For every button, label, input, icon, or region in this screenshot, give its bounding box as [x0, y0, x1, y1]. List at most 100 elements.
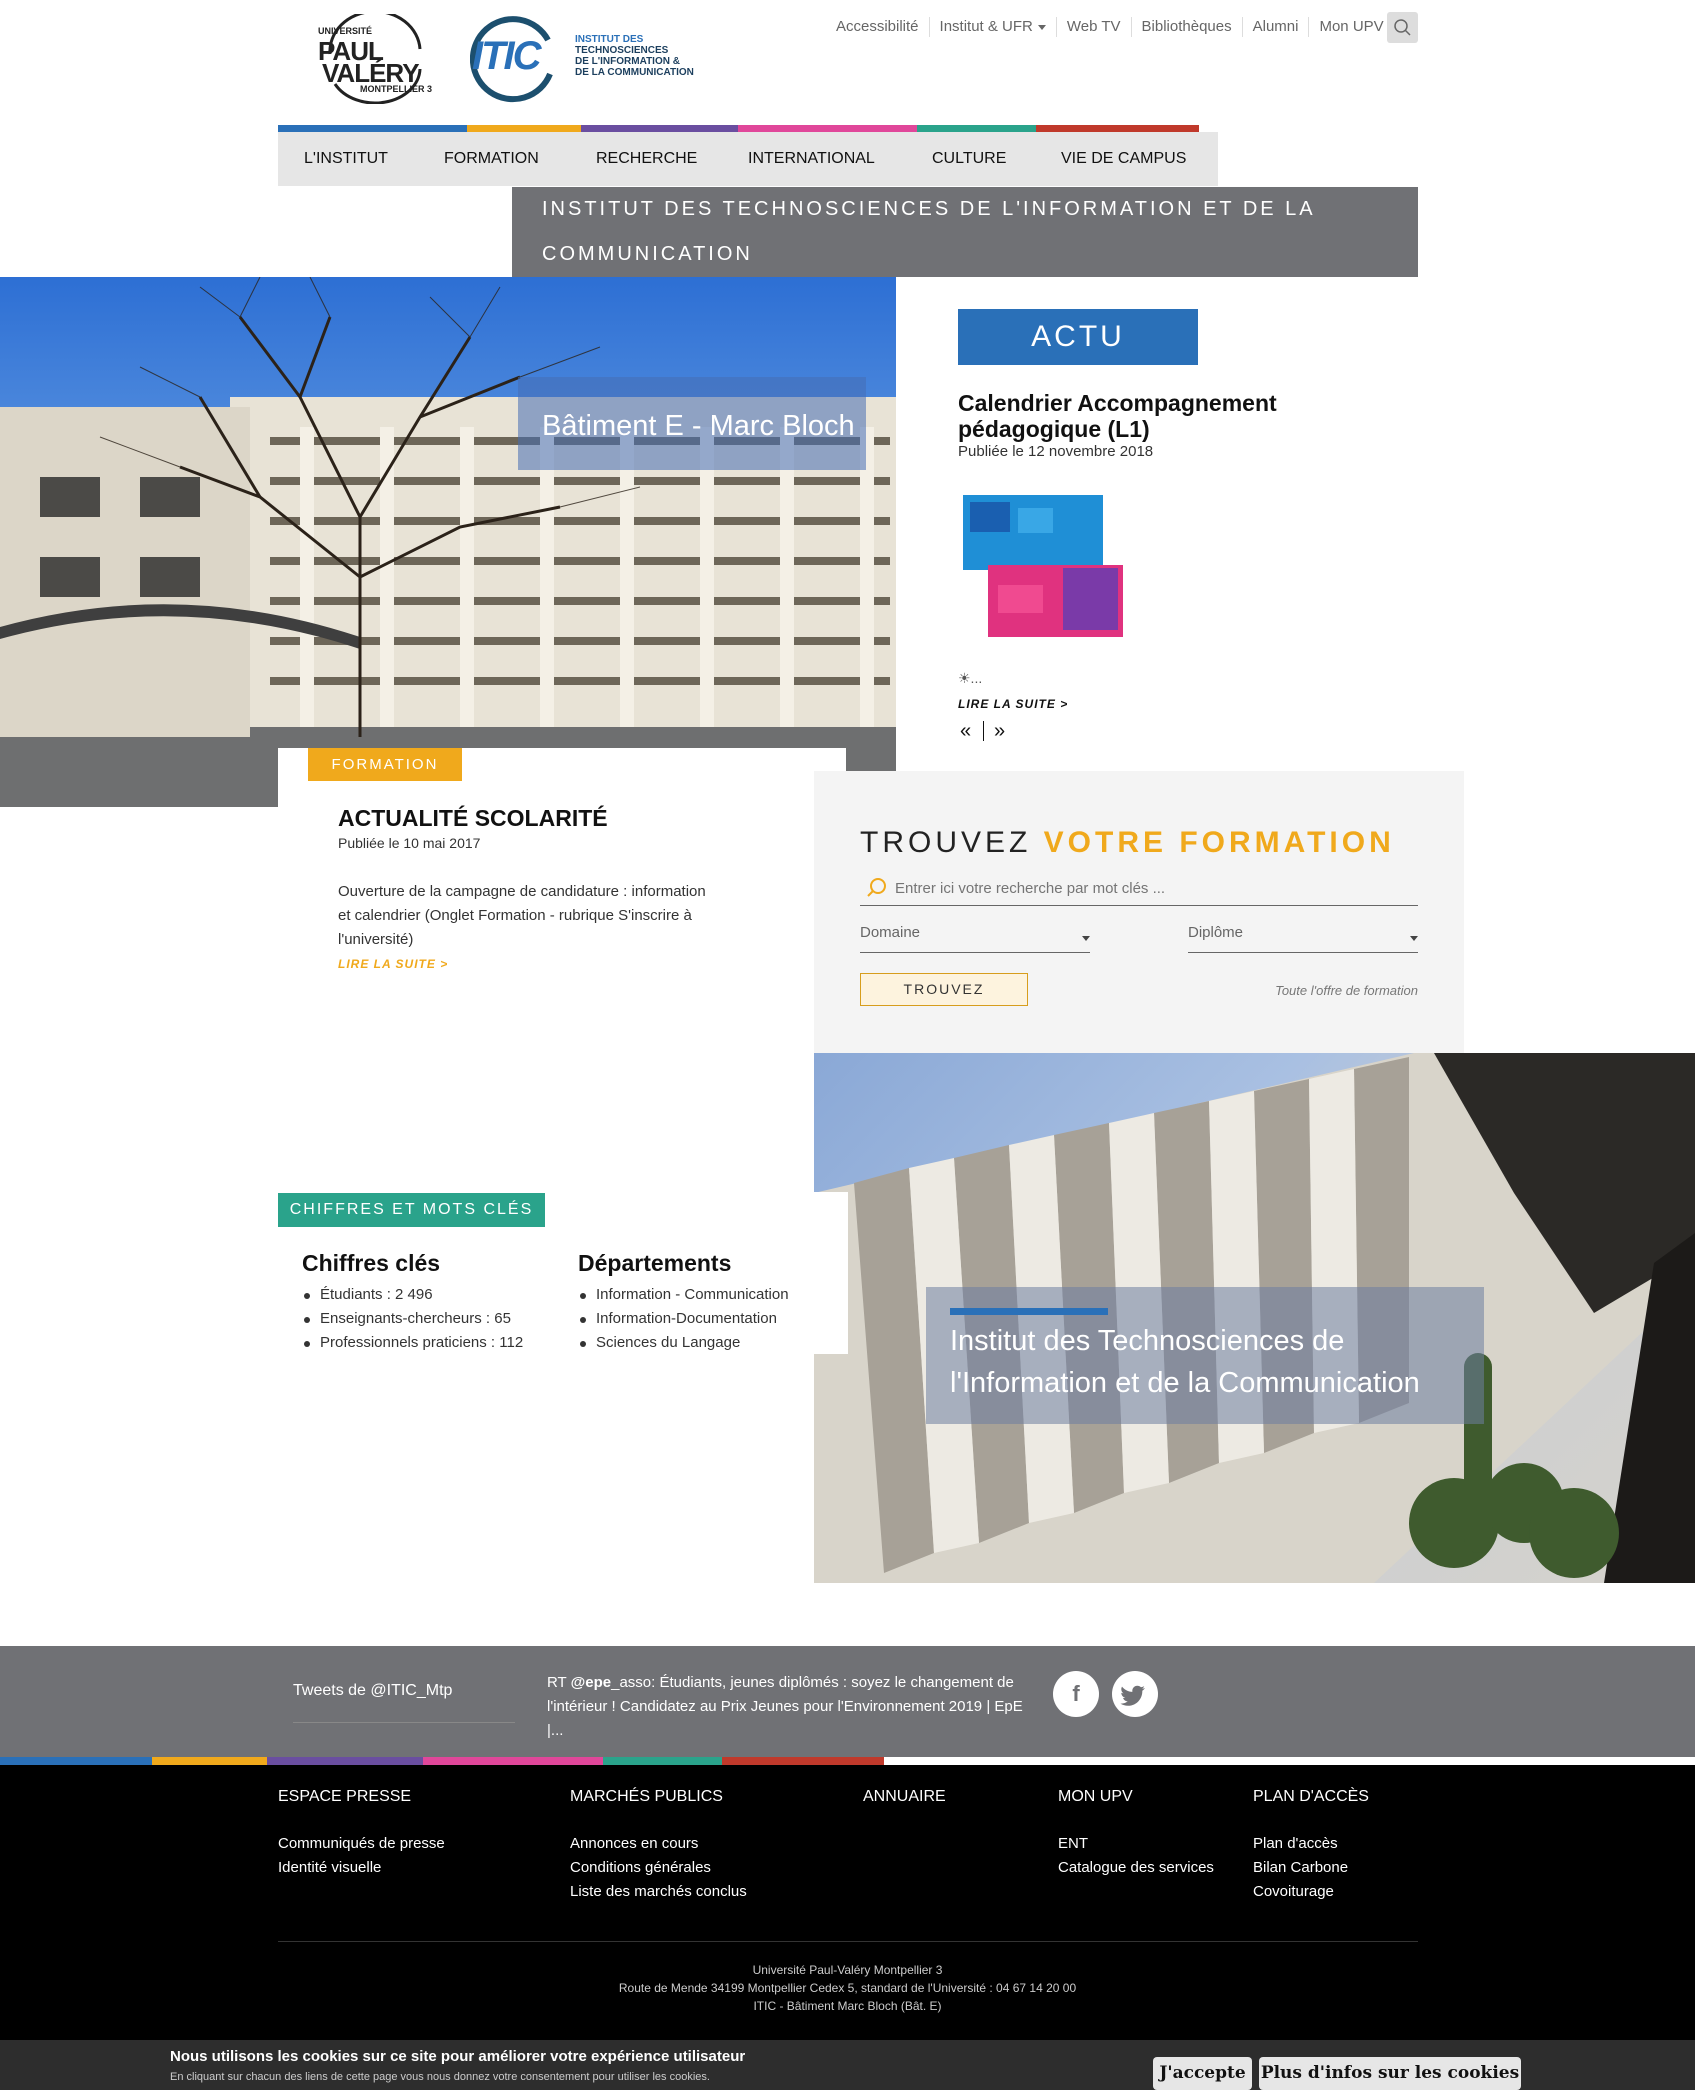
nav-item-recherche[interactable]: RECHERCHE	[596, 150, 697, 168]
upv-logo-line4: MONTPELLIER 3	[360, 84, 433, 94]
footer-link[interactable]: Covoiturage	[1253, 1880, 1369, 1904]
nav-item-culture[interactable]: CULTURE	[932, 150, 1006, 168]
nav-item-formation[interactable]: FORMATION	[444, 150, 539, 168]
search-title-strong: VOTRE FORMATION	[1043, 826, 1395, 859]
formation-search-input[interactable]	[860, 871, 1418, 906]
departements-list: Information - Communication Information-…	[578, 1283, 789, 1355]
top-link-web-tv[interactable]: Web TV	[1055, 17, 1131, 37]
actu-thumbnail-image	[963, 495, 1123, 637]
itic-logo-line1: INSTITUT DES	[575, 34, 644, 45]
page-title-band: INSTITUT DES TECHNOSCIENCES DE L'INFORMA…	[512, 187, 1418, 277]
header-color-bar	[278, 125, 1199, 132]
actu-title[interactable]: Calendrier Accompagnement pédagogique (L…	[958, 390, 1418, 442]
color-segment-green	[603, 1757, 722, 1765]
actu-nav-divider	[983, 721, 984, 741]
main-nav: L'INSTITUT FORMATION RECHERCHE INTERNATI…	[278, 132, 1218, 186]
chevron-down-icon	[1037, 24, 1046, 30]
cookie-accept-button[interactable]: J'accepte	[1153, 2057, 1252, 2090]
color-segment-pink	[738, 125, 917, 132]
actu-next-button[interactable]: »	[994, 720, 1005, 743]
actu-button[interactable]: ACTU	[958, 309, 1198, 365]
footer-link[interactable]: Conditions générales	[570, 1856, 747, 1880]
footer-heading[interactable]: MON UPV	[1058, 1788, 1214, 1806]
color-segment-blue	[0, 1757, 152, 1765]
nav-item-vie-de-campus[interactable]: VIE DE CAMPUS	[1061, 150, 1186, 168]
footer-address-line3: ITIC - Bâtiment Marc Bloch (Bât. E)	[753, 1999, 942, 2013]
chiffres-tag: CHIFFRES ET MOTS CLÉS	[278, 1193, 545, 1227]
itic-logo-line4: DE LA COMMUNICATION	[575, 67, 694, 78]
all-formations-link[interactable]: Toute l'offre de formation	[1200, 983, 1418, 998]
facade-caption-accent	[950, 1308, 1108, 1315]
tweets-label-link[interactable]: Tweets de @ITIC_Mtp	[293, 1682, 452, 1700]
domain-select[interactable]: Domaine	[860, 920, 1090, 953]
tweet-body: _asso: Étudiants, jeunes diplômés : soye…	[547, 1674, 1023, 1739]
color-segment-purple	[581, 125, 738, 132]
departements-title: Départements	[578, 1250, 732, 1276]
building-photo	[0, 277, 896, 807]
footer-address-line1: Université Paul-Valéry Montpellier 3	[752, 1963, 943, 1977]
footer-heading[interactable]: ANNUAIRE	[863, 1788, 946, 1806]
top-link-alumni[interactable]: Alumni	[1241, 17, 1309, 37]
footer-heading[interactable]: MARCHÉS PUBLICS	[570, 1788, 747, 1806]
facade-caption: Institut des Technosciences de l'Informa…	[950, 1325, 1420, 1399]
footer-link[interactable]: Liste des marchés conclus	[570, 1880, 747, 1904]
actu-thumbnail[interactable]	[958, 490, 1128, 645]
scolarite-read-more-link[interactable]: LIRE LA SUITE >	[338, 957, 448, 971]
facebook-button[interactable]: f	[1053, 1671, 1099, 1717]
diploma-select[interactable]: Diplôme	[1188, 920, 1418, 953]
footer-link[interactable]: Bilan Carbone	[1253, 1856, 1369, 1880]
tweets-divider	[293, 1722, 515, 1723]
itic-logo-line2: TECHNOSCIENCES	[575, 45, 669, 56]
footer-link[interactable]: Communiqués de presse	[278, 1832, 445, 1856]
cookie-title: Nous utilisons les cookies sur ce site p…	[170, 2048, 746, 2065]
formation-search-panel	[814, 771, 1464, 1053]
scolarite-title[interactable]: ACTUALITÉ SCOLARITÉ	[338, 805, 608, 832]
scolarite-date: Publiée le 10 mai 2017	[338, 835, 481, 851]
upv-logo-line1: UNIVERSITÉ	[318, 26, 373, 36]
nav-item-institut[interactable]: L'INSTITUT	[304, 150, 388, 168]
chevron-down-icon	[1410, 936, 1418, 941]
footer-col-annuaire: ANNUAIRE	[863, 1788, 946, 1806]
top-link-label: Institut & UFR	[939, 18, 1033, 35]
find-button[interactable]: TROUVEZ	[860, 973, 1028, 1006]
footer-heading[interactable]: PLAN D'ACCÈS	[1253, 1788, 1369, 1806]
nav-item-international[interactable]: INTERNATIONAL	[748, 150, 875, 168]
footer-link[interactable]: Annonces en cours	[570, 1832, 747, 1856]
itic-logo[interactable]: ITIC INSTITUT DES TECHNOSCIENCES DE L'IN…	[469, 12, 710, 104]
footer-col-plan-acces: PLAN D'ACCÈS Plan d'accès Bilan Carbone …	[1253, 1788, 1369, 1904]
actu-prev-button[interactable]: «	[960, 720, 971, 743]
twitter-button[interactable]	[1112, 1671, 1158, 1717]
top-link-label: Bibliothèques	[1141, 18, 1232, 35]
footer-link[interactable]: ENT	[1058, 1832, 1214, 1856]
actu-date: Publiée le 12 novembre 2018	[958, 443, 1154, 460]
top-link-label: Web TV	[1066, 18, 1121, 35]
header-search-button[interactable]	[1387, 12, 1418, 43]
actu-read-more-link[interactable]: LIRE LA SUITE >	[958, 697, 1068, 711]
top-link-institut-ufr[interactable]: Institut & UFR	[928, 17, 1056, 37]
top-link-label: Alumni	[1252, 18, 1299, 35]
list-item: Information - Communication	[578, 1283, 789, 1307]
top-links: Accessibilité Institut & UFR Web TV Bibl…	[826, 16, 1407, 38]
search-icon	[1394, 19, 1411, 36]
footer-link[interactable]: Plan d'accès	[1253, 1832, 1369, 1856]
upv-logo[interactable]: UNIVERSITÉ PAUL VALÉRY MONTPELLIER 3	[310, 9, 440, 105]
facebook-icon: f	[1072, 1681, 1080, 1706]
top-link-accessibilite[interactable]: Accessibilité	[826, 17, 929, 37]
color-segment-red	[1036, 125, 1199, 132]
itic-logo-mark: ITIC	[472, 34, 542, 78]
footer-link[interactable]: Identité visuelle	[278, 1856, 445, 1880]
cookie-more-info-button[interactable]: Plus d'infos sur les cookies	[1259, 2057, 1521, 2090]
color-segment-purple	[267, 1757, 423, 1765]
top-link-bibliotheques[interactable]: Bibliothèques	[1130, 17, 1242, 37]
footer-heading[interactable]: ESPACE PRESSE	[278, 1788, 445, 1806]
footer-col-espace-presse: ESPACE PRESSE Communiqués de presse Iden…	[278, 1788, 445, 1880]
footer-link[interactable]: Catalogue des services	[1058, 1856, 1214, 1880]
list-item: Enseignants-chercheurs : 65	[302, 1307, 523, 1331]
formation-tag[interactable]: FORMATION	[308, 748, 462, 781]
hero-image	[0, 277, 896, 807]
list-item: Information-Documentation	[578, 1307, 789, 1331]
search-icon	[867, 878, 886, 897]
tweet-handle[interactable]: @epe	[571, 1674, 611, 1691]
color-segment-blue	[278, 125, 467, 132]
cookie-subtitle: En cliquant sur chacun des liens de cett…	[170, 2071, 710, 2083]
